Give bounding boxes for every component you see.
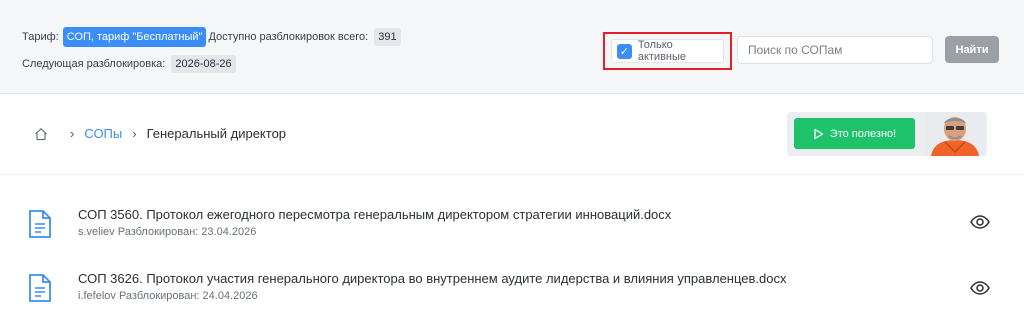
available-count-badge: 391 <box>374 28 401 46</box>
view-eye-icon[interactable] <box>970 215 990 229</box>
active-filter-highlight: ✓ Только активные <box>603 32 732 70</box>
tariff-badge: СОП, тариф "Бесплатный" <box>62 27 207 47</box>
useful-button[interactable]: Это полезно! <box>794 118 915 149</box>
available-label: Доступно разблокировок всего: <box>208 31 369 43</box>
document-meta: i.fefelov Разблокирован: 24.04.2026 <box>78 290 258 302</box>
view-eye-icon[interactable] <box>970 281 990 295</box>
document-title[interactable]: СОП 3626. Протокол участия генерального … <box>78 271 787 287</box>
tariff-label: Тариф: <box>22 31 59 43</box>
find-button[interactable]: Найти <box>945 36 999 63</box>
document-title[interactable]: СОП 3560. Протокол ежегодного пересмотра… <box>78 207 671 223</box>
document-item[interactable]: СОП 3560. Протокол ежегодного пересмотра… <box>28 207 671 239</box>
document-item[interactable]: СОП 3626. Протокол участия генерального … <box>28 271 787 303</box>
search-input[interactable] <box>737 36 933 64</box>
tariff-row: Тариф: СОП, тариф "Бесплатный" Доступно … <box>22 27 401 47</box>
presenter-photo <box>925 112 985 156</box>
document-meta: s.veliev Разблокирован: 23.04.2026 <box>78 226 257 238</box>
document-icon <box>29 274 51 302</box>
active-only-toggle[interactable]: ✓ Только активные <box>611 39 724 63</box>
next-unlock-date-badge: 2026-08-26 <box>171 55 236 73</box>
chevron-right-icon: › <box>132 126 137 141</box>
top-panel: Тариф: СОП, тариф "Бесплатный" Доступно … <box>0 0 1024 94</box>
breadcrumb-current: Генеральный директор <box>146 126 287 141</box>
chevron-right-icon: › <box>70 126 75 141</box>
checkbox-checked-icon[interactable]: ✓ <box>617 43 632 59</box>
next-unlock-row: Следующая разблокировка: 2026-08-26 <box>22 55 236 73</box>
useful-button-label: Это полезно! <box>829 127 897 140</box>
document-icon <box>29 210 51 238</box>
play-icon <box>814 128 823 139</box>
home-icon[interactable] <box>34 127 48 141</box>
breadcrumb: › СОПы › Генеральный директор <box>34 126 286 141</box>
section-divider <box>0 174 1024 175</box>
active-only-label: Только активные <box>637 39 687 63</box>
next-unlock-label: Следующая разблокировка: <box>22 58 166 70</box>
breadcrumb-link-sops[interactable]: СОПы <box>84 126 122 141</box>
promo-banner: Это полезно! <box>787 112 987 156</box>
